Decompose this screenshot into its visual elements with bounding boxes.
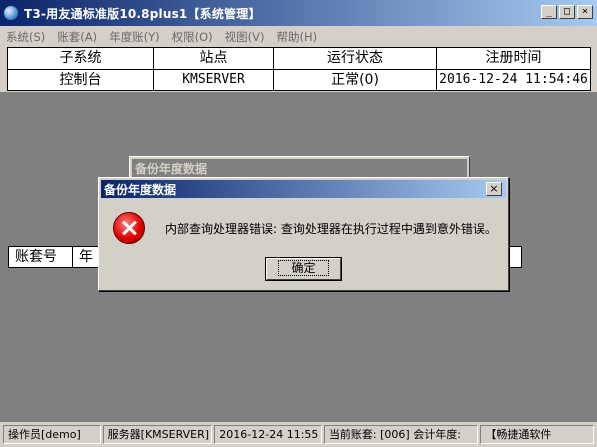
dialog-message: 内部查询处理器错误: 查询处理器在执行过程中遇到意外错误。 (165, 222, 497, 236)
status-operator: 操作员[demo] (3, 425, 101, 444)
close-button[interactable]: × (577, 5, 593, 19)
table-row[interactable]: 控制台 KMSERVER 正常(0) 2016-12-24 11:54:46 (8, 69, 590, 90)
menu-bar: 系统(S) 账套(A) 年度账(Y) 权限(O) 视图(V) 帮助(H) (0, 27, 597, 46)
table-cell-site: KMSERVER (154, 70, 274, 90)
menu-help[interactable]: 帮助(H) (277, 29, 318, 45)
column-header-register-time[interactable]: 注册时间 (437, 48, 590, 69)
table-cell-register-time: 2016-12-24 11:54:46 (439, 72, 588, 87)
status-server: 服务器[KMSERVER] (102, 425, 213, 444)
column-header-status[interactable]: 运行状态 (274, 48, 437, 69)
dialog-title-bar[interactable]: 备份年度数据 (101, 180, 506, 198)
ok-button-label: 确定 (278, 260, 329, 276)
subsystem-table: 子系统 站点 运行状态 注册时间 控制台 KMSERVER 正常(0) 2016… (7, 47, 591, 91)
ok-button[interactable]: 确定 (265, 257, 342, 281)
column-header-subsystem[interactable]: 子系统 (8, 48, 154, 69)
app-icon[interactable] (3, 5, 19, 21)
status-account: 当前账套: [006] 会计年度: (323, 425, 479, 444)
window-controls: _ □ × (541, 5, 593, 19)
table-cell-subsystem: 控制台 (8, 70, 154, 90)
table-header-row: 子系统 站点 运行状态 注册时间 (8, 48, 590, 69)
dialog-close-button[interactable]: × (486, 182, 502, 196)
column-header-account-no[interactable]: 账套号 (9, 247, 73, 267)
status-company: 【畅捷通软件 (480, 425, 594, 444)
window-title: T3-用友通标准版10.8plus1【系统管理】 (24, 6, 261, 21)
error-dialog: 备份年度数据 × 内部查询处理器错误: 查询处理器在执行过程中遇到意外错误。 确… (98, 177, 509, 291)
status-bar: 操作员[demo] 服务器[KMSERVER] 2016-12-24 11:55… (0, 422, 597, 447)
table-cell-status: 正常(0) (274, 70, 437, 90)
maximize-button[interactable]: □ (559, 5, 575, 19)
error-icon (113, 212, 145, 244)
dialog-title: 备份年度数据 (104, 182, 177, 197)
application-window: T3-用友通标准版10.8plus1【系统管理】 _ □ × 系统(S) 账套(… (0, 0, 597, 447)
status-datetime: 2016-12-24 11:55 (214, 425, 322, 444)
menu-permission[interactable]: 权限(O) (172, 29, 213, 45)
menu-annual-account[interactable]: 年度账(Y) (109, 29, 160, 45)
column-header-site[interactable]: 站点 (154, 48, 274, 69)
title-bar[interactable]: T3-用友通标准版10.8plus1【系统管理】 _ □ × (0, 0, 597, 26)
menu-system[interactable]: 系统(S) (6, 29, 45, 45)
minimize-button[interactable]: _ (541, 5, 557, 19)
menu-account-set[interactable]: 账套(A) (57, 29, 97, 45)
menu-view[interactable]: 视图(V) (225, 29, 265, 45)
